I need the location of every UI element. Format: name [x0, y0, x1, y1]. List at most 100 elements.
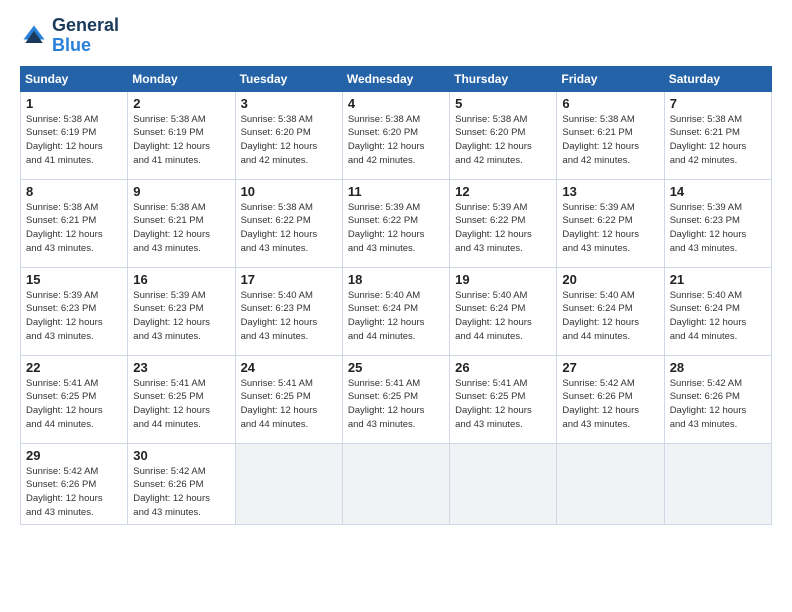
weekday-header-row: SundayMondayTuesdayWednesdayThursdayFrid… [21, 66, 772, 91]
day-number: 12 [455, 184, 551, 199]
day-cell-14: 14Sunrise: 5:39 AMSunset: 6:23 PMDayligh… [664, 179, 771, 267]
day-info: Sunrise: 5:42 AMSunset: 6:26 PMDaylight:… [670, 377, 766, 432]
day-number: 17 [241, 272, 337, 287]
day-info: Sunrise: 5:39 AMSunset: 6:22 PMDaylight:… [562, 201, 658, 256]
day-number: 16 [133, 272, 229, 287]
day-cell-12: 12 Sunrise: 5:39 AMSunset: 6:22 PMDayligh… [450, 179, 557, 267]
page: General Blue SundayMondayTuesdayWednesda… [0, 0, 792, 612]
day-cell-17: 17 Sunrise: 5:40 AMSunset: 6:23 PMDayligh… [235, 267, 342, 355]
weekday-saturday: Saturday [664, 66, 771, 91]
day-info: Sunrise: 5:42 AMSunset: 6:26 PMDaylight:… [133, 465, 229, 520]
day-cell-5: 5 Sunrise: 5:38 AMSunset: 6:20 PMDaylight… [450, 91, 557, 179]
day-number: 5 [455, 96, 551, 111]
day-info: Sunrise: 5:40 AMSunset: 6:24 PMDaylight:… [562, 289, 658, 344]
day-info: Sunrise: 5:39 AMSunset: 6:22 PMDaylight:… [348, 201, 444, 256]
day-info: Sunrise: 5:41 AMSunset: 6:25 PMDaylight:… [133, 377, 229, 432]
day-info: Sunrise: 5:40 AMSunset: 6:24 PMDaylight:… [455, 289, 551, 344]
day-number: 20 [562, 272, 658, 287]
day-info: Sunrise: 5:38 AMSunset: 6:21 PMDaylight:… [562, 113, 658, 168]
day-number: 24 [241, 360, 337, 375]
day-info: Sunrise: 5:40 AMSunset: 6:23 PMDaylight:… [241, 289, 337, 344]
day-cell-7: 7Sunrise: 5:38 AMSunset: 6:21 PMDaylight… [664, 91, 771, 179]
empty-cell [664, 443, 771, 524]
day-cell-8: 8 Sunrise: 5:38 AMSunset: 6:21 PMDaylight… [21, 179, 128, 267]
day-number: 11 [348, 184, 444, 199]
day-number: 15 [26, 272, 122, 287]
week-row-2: 8 Sunrise: 5:38 AMSunset: 6:21 PMDaylight… [21, 179, 772, 267]
day-number: 3 [241, 96, 337, 111]
day-cell-3: 3 Sunrise: 5:38 AMSunset: 6:20 PMDaylight… [235, 91, 342, 179]
day-cell-20: 20 Sunrise: 5:40 AMSunset: 6:24 PMDayligh… [557, 267, 664, 355]
day-info: Sunrise: 5:41 AMSunset: 6:25 PMDaylight:… [241, 377, 337, 432]
empty-cell [450, 443, 557, 524]
day-number: 30 [133, 448, 229, 463]
weekday-friday: Friday [557, 66, 664, 91]
day-info: Sunrise: 5:41 AMSunset: 6:25 PMDaylight:… [26, 377, 122, 432]
day-cell-15: 15 Sunrise: 5:39 AMSunset: 6:23 PMDayligh… [21, 267, 128, 355]
day-number: 27 [562, 360, 658, 375]
empty-cell [235, 443, 342, 524]
day-number: 23 [133, 360, 229, 375]
day-number: 6 [562, 96, 658, 111]
day-info: Sunrise: 5:38 AMSunset: 6:20 PMDaylight:… [241, 113, 337, 168]
day-info: Sunrise: 5:39 AMSunset: 6:23 PMDaylight:… [133, 289, 229, 344]
day-info: Sunrise: 5:38 AMSunset: 6:21 PMDaylight:… [26, 201, 122, 256]
day-cell-11: 11 Sunrise: 5:39 AMSunset: 6:22 PMDayligh… [342, 179, 449, 267]
day-number: 28 [670, 360, 766, 375]
day-cell-25: 25 Sunrise: 5:41 AMSunset: 6:25 PMDayligh… [342, 355, 449, 443]
day-info: Sunrise: 5:38 AMSunset: 6:22 PMDaylight:… [241, 201, 337, 256]
day-cell-30: 30 Sunrise: 5:42 AMSunset: 6:26 PMDayligh… [128, 443, 235, 524]
day-info: Sunrise: 5:38 AMSunset: 6:20 PMDaylight:… [455, 113, 551, 168]
day-cell-28: 28 Sunrise: 5:42 AMSunset: 6:26 PMDayligh… [664, 355, 771, 443]
day-info: Sunrise: 5:41 AMSunset: 6:25 PMDaylight:… [348, 377, 444, 432]
logo-line2: Blue [52, 35, 91, 55]
day-cell-4: 4 Sunrise: 5:38 AMSunset: 6:20 PMDaylight… [342, 91, 449, 179]
day-number: 26 [455, 360, 551, 375]
day-info: Sunrise: 5:38 AMSunset: 6:19 PMDaylight:… [26, 113, 122, 168]
day-info: Sunrise: 5:39 AMSunset: 6:23 PMDaylight:… [26, 289, 122, 344]
calendar-body: 1 Sunrise: 5:38 AMSunset: 6:19 PMDaylight… [21, 91, 772, 524]
calendar-table: SundayMondayTuesdayWednesdayThursdayFrid… [20, 66, 772, 525]
day-cell-2: 2Sunrise: 5:38 AMSunset: 6:19 PMDaylight… [128, 91, 235, 179]
weekday-tuesday: Tuesday [235, 66, 342, 91]
day-info: Sunrise: 5:38 AMSunset: 6:21 PMDaylight:… [670, 113, 766, 168]
logo: General Blue [20, 16, 119, 56]
week-row-5: 29 Sunrise: 5:42 AMSunset: 6:26 PMDayligh… [21, 443, 772, 524]
day-cell-16: 16 Sunrise: 5:39 AMSunset: 6:23 PMDayligh… [128, 267, 235, 355]
day-info: Sunrise: 5:41 AMSunset: 6:25 PMDaylight:… [455, 377, 551, 432]
day-cell-29: 29 Sunrise: 5:42 AMSunset: 6:26 PMDayligh… [21, 443, 128, 524]
day-info: Sunrise: 5:38 AMSunset: 6:19 PMDaylight:… [133, 113, 229, 168]
day-cell-27: 27 Sunrise: 5:42 AMSunset: 6:26 PMDayligh… [557, 355, 664, 443]
day-number: 22 [26, 360, 122, 375]
logo-icon [20, 22, 48, 50]
day-number: 19 [455, 272, 551, 287]
day-info: Sunrise: 5:40 AMSunset: 6:24 PMDaylight:… [670, 289, 766, 344]
day-number: 1 [26, 96, 122, 111]
weekday-thursday: Thursday [450, 66, 557, 91]
day-cell-19: 19 Sunrise: 5:40 AMSunset: 6:24 PMDayligh… [450, 267, 557, 355]
day-info: Sunrise: 5:39 AMSunset: 6:23 PMDaylight:… [670, 201, 766, 256]
day-number: 4 [348, 96, 444, 111]
day-info: Sunrise: 5:42 AMSunset: 6:26 PMDaylight:… [26, 465, 122, 520]
day-cell-9: 9Sunrise: 5:38 AMSunset: 6:21 PMDaylight… [128, 179, 235, 267]
day-number: 18 [348, 272, 444, 287]
day-cell-24: 24 Sunrise: 5:41 AMSunset: 6:25 PMDayligh… [235, 355, 342, 443]
day-cell-1: 1 Sunrise: 5:38 AMSunset: 6:19 PMDaylight… [21, 91, 128, 179]
day-number: 8 [26, 184, 122, 199]
day-number: 9 [133, 184, 229, 199]
week-row-1: 1 Sunrise: 5:38 AMSunset: 6:19 PMDaylight… [21, 91, 772, 179]
day-cell-18: 18Sunrise: 5:40 AMSunset: 6:24 PMDayligh… [342, 267, 449, 355]
day-cell-23: 23 Sunrise: 5:41 AMSunset: 6:25 PMDayligh… [128, 355, 235, 443]
day-info: Sunrise: 5:38 AMSunset: 6:20 PMDaylight:… [348, 113, 444, 168]
day-number: 25 [348, 360, 444, 375]
empty-cell [342, 443, 449, 524]
weekday-sunday: Sunday [21, 66, 128, 91]
empty-cell [557, 443, 664, 524]
day-info: Sunrise: 5:42 AMSunset: 6:26 PMDaylight:… [562, 377, 658, 432]
day-number: 10 [241, 184, 337, 199]
header: General Blue [20, 16, 772, 56]
week-row-4: 22 Sunrise: 5:41 AMSunset: 6:25 PMDayligh… [21, 355, 772, 443]
weekday-wednesday: Wednesday [342, 66, 449, 91]
day-number: 29 [26, 448, 122, 463]
day-info: Sunrise: 5:39 AMSunset: 6:22 PMDaylight:… [455, 201, 551, 256]
